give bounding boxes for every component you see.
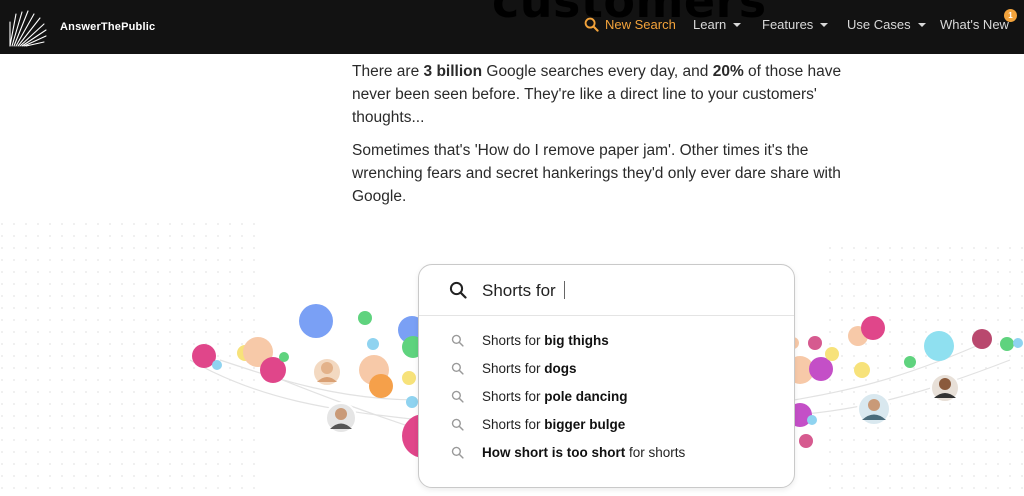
search-icon: [584, 17, 599, 32]
text-cursor: [563, 281, 565, 299]
search-query: Shorts for: [482, 281, 565, 301]
suggestion-item[interactable]: Shorts for big thighs: [419, 327, 794, 355]
nav-whats-new-label: What's New: [940, 17, 1009, 32]
notification-badge: 1: [1004, 9, 1017, 22]
nav-whats-new[interactable]: What's New: [940, 17, 1009, 32]
nav-new-search-label: New Search: [605, 17, 676, 32]
top-navigation-bar: customers AnswerThePublic New Search Lea…: [0, 0, 1024, 54]
nav-features-label: Features: [762, 17, 814, 32]
chevron-down-icon: [917, 22, 926, 27]
intro-copy: There are 3 billion Google searches ever…: [352, 60, 872, 218]
stat-searches: 3 billion: [423, 63, 483, 80]
avatar: [325, 402, 357, 434]
nav-learn[interactable]: Learn: [693, 17, 742, 32]
nav-learn-label: Learn: [693, 17, 727, 32]
suggestion-item[interactable]: How short is too short for shorts: [419, 439, 794, 467]
avatar: [930, 373, 960, 403]
nav-use-cases-label: Use Cases: [847, 17, 911, 32]
search-input[interactable]: Shorts for: [419, 265, 794, 316]
search-icon: [451, 390, 464, 403]
search-icon: [451, 362, 464, 375]
avatar: [857, 392, 891, 426]
search-icon: [451, 446, 464, 459]
chevron-down-icon: [733, 22, 742, 27]
search-icon: [451, 334, 464, 347]
suggestion-item[interactable]: Shorts for dogs: [419, 355, 794, 383]
nav-features[interactable]: Features: [762, 17, 829, 32]
intro-paragraph-2: Sometimes that's 'How do I remove paper …: [352, 142, 841, 205]
search-icon: [449, 281, 467, 299]
main-nav: New Search Learn Features Use Cases What…: [0, 0, 1024, 54]
chevron-down-icon: [820, 22, 829, 27]
nav-new-search[interactable]: New Search: [584, 17, 676, 32]
intro-paragraph-1: There are 3 billion Google searches ever…: [352, 63, 842, 126]
nav-use-cases[interactable]: Use Cases: [847, 17, 926, 32]
search-demo-card: Shorts for Shorts for big thighs Shorts …: [418, 264, 795, 488]
avatar: [312, 357, 342, 387]
suggestion-item[interactable]: Shorts for pole dancing: [419, 383, 794, 411]
stat-percent: 20%: [712, 63, 744, 80]
search-icon: [451, 418, 464, 431]
suggestion-item[interactable]: Shorts for bigger bulge: [419, 411, 794, 439]
